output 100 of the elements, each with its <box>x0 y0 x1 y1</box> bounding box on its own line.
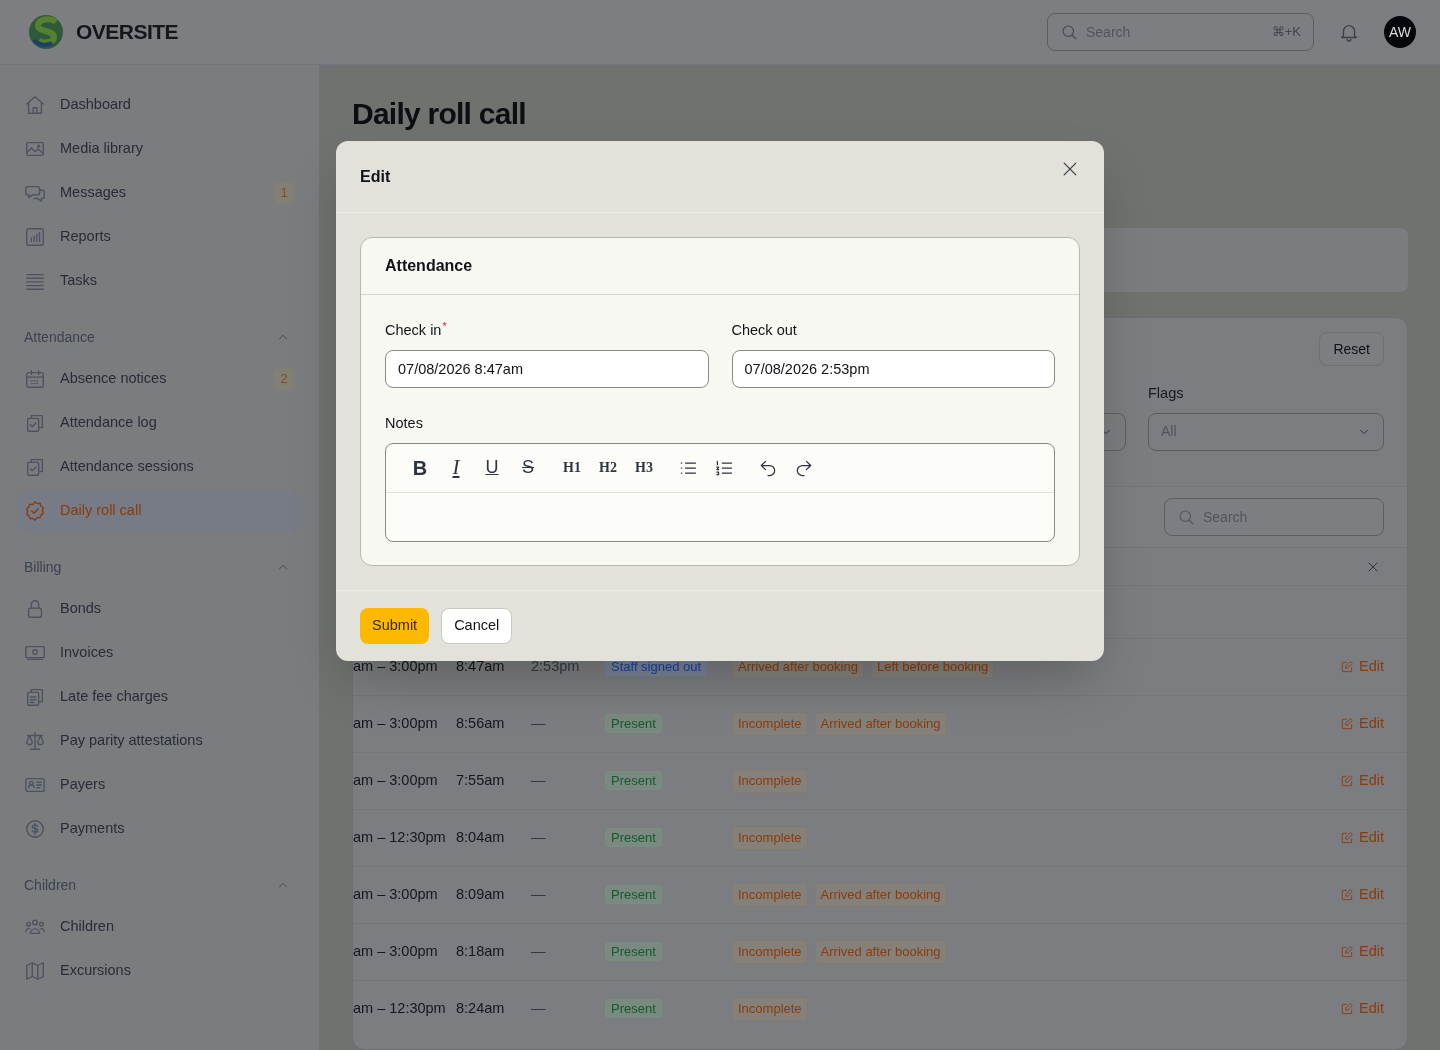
table-cell-text: am – 3:00pm <box>353 657 439 677</box>
table-cell-text: — <box>531 999 547 1019</box>
edit-icon <box>1340 945 1354 959</box>
table-cell-text: am – 3:00pm <box>353 885 439 905</box>
page-title: Daily roll call <box>352 96 527 132</box>
brand-name: OVERSITE <box>76 19 178 46</box>
table-cell-text: 8:09am <box>456 885 506 905</box>
sidebar-item[interactable]: Dashboard <box>17 85 302 125</box>
table-cell-text: 8:04am <box>456 828 506 848</box>
sidebar-item[interactable]: Payers <box>17 765 302 805</box>
reset-button[interactable]: Reset <box>1319 332 1384 366</box>
section-title: Attendance <box>385 256 473 276</box>
sidebar-item[interactable]: Excursions <box>17 951 302 991</box>
sidebar-item[interactable]: Attendance sessions <box>17 447 302 487</box>
field-label: Notes <box>385 413 424 433</box>
table-cell-text: — <box>531 885 547 905</box>
heading-button[interactable]: H2 <box>590 451 626 484</box>
edit-icon <box>1340 660 1354 674</box>
edit-link[interactable]: Edit <box>1340 941 1384 963</box>
sidebar-item[interactable]: Daily roll call <box>17 491 302 531</box>
logo-icon <box>28 14 64 50</box>
edit-icon <box>1340 1002 1354 1016</box>
sidebar-item[interactable]: Late fee charges <box>17 677 302 717</box>
field-label: Check out <box>731 321 797 340</box>
sidebar-item[interactable]: Absence notices 2 <box>17 359 302 399</box>
table-cell-text: am – 12:30pm <box>353 828 447 848</box>
shortcut-hint: ⌘+K <box>1271 23 1301 42</box>
status-tag: Present <box>605 771 662 791</box>
italic-button[interactable]: I <box>438 451 474 484</box>
edit-link[interactable]: Edit <box>1340 827 1384 849</box>
sidebar-item[interactable]: Invoices <box>17 633 302 673</box>
required-mark: * <box>442 320 447 332</box>
user-avatar[interactable]: AW <box>1384 16 1416 48</box>
strikethrough-button[interactable]: S <box>510 451 546 484</box>
dialog-title: Edit <box>360 166 391 187</box>
search-icon <box>1177 508 1195 526</box>
flag-tag: Arrived after booking <box>814 712 947 736</box>
edit-icon <box>1340 888 1354 902</box>
table-cell-text: 8:56am <box>456 714 506 734</box>
sidebar-item[interactable]: Attendance log <box>17 403 302 443</box>
scales-icon <box>24 730 46 752</box>
heading-button[interactable]: H1 <box>554 451 590 484</box>
sidebar-item[interactable]: Messages 1 <box>17 173 302 213</box>
table-cell-text: — <box>531 714 547 734</box>
flag-tag: Arrived after booking <box>814 883 947 907</box>
table-cell-text: am – 3:00pm <box>353 942 439 962</box>
submit-button[interactable]: Submit <box>360 607 430 644</box>
status-tag: Present <box>605 828 662 848</box>
status-tag: Present <box>605 942 662 962</box>
table-cell-text: — <box>531 942 547 962</box>
sidebar-item[interactable]: Bonds <box>17 589 302 629</box>
table-cell-text: am – 3:00pm <box>353 714 439 734</box>
edit-icon <box>1340 831 1354 845</box>
edit-link[interactable]: Edit <box>1340 884 1384 906</box>
date-time-field[interactable]: 07/08/2026 8:47am <box>385 349 709 388</box>
field-label: Check in <box>385 321 442 340</box>
map-icon <box>24 960 46 982</box>
notes-editor[interactable]: B I U S H1 H2 H3 <box>385 442 1055 542</box>
table-cell-text: — <box>531 828 547 848</box>
flag-tag: Incomplete <box>732 712 808 736</box>
dollar-icon <box>24 818 46 840</box>
sidebar-item[interactable]: Reports <box>17 217 302 257</box>
section-heading: Children <box>24 875 77 895</box>
table-cell-text: 8:24am <box>456 999 506 1019</box>
flag-tag: Incomplete <box>732 940 808 964</box>
status-tag: Present <box>605 999 662 1019</box>
flag-tag: Incomplete <box>732 826 808 850</box>
table-cell-text: 8:47am <box>456 657 506 677</box>
heading-button[interactable]: H3 <box>626 451 662 484</box>
calendar-icon <box>24 368 46 390</box>
count-badge: 1 <box>273 182 295 204</box>
edit-link[interactable]: Edit <box>1340 770 1384 792</box>
edit-link[interactable]: Edit <box>1340 998 1384 1020</box>
clipboard-check-icon <box>24 456 46 478</box>
status-tag: Present <box>605 714 662 734</box>
edit-icon <box>1340 717 1354 731</box>
table-cell-text: 2:53pm <box>531 657 581 677</box>
table-cell-text: 7:55am <box>456 771 506 791</box>
flag-tag: Incomplete <box>732 883 808 907</box>
sidebar-item[interactable]: Tasks <box>17 261 302 301</box>
flag-tag: Incomplete <box>732 997 808 1021</box>
sidebar-item[interactable]: Payments <box>17 809 302 849</box>
field-label: Flags <box>1148 384 1185 403</box>
bold-button[interactable]: B <box>402 451 438 484</box>
edit-link[interactable]: Edit <box>1340 656 1384 678</box>
bar-chart-icon <box>24 226 46 248</box>
table-cell-text: am – 12:30pm <box>353 999 447 1019</box>
date-time-field[interactable]: 07/08/2026 2:53pm <box>731 349 1055 388</box>
edit-icon <box>1340 774 1354 788</box>
documents-icon <box>24 686 46 708</box>
flag-tag: Incomplete <box>732 769 808 793</box>
sidebar-item[interactable]: Pay parity attestations <box>17 721 302 761</box>
sidebar-item[interactable]: Media library <box>17 129 302 169</box>
sidebar-item[interactable]: Children <box>17 907 302 947</box>
house-icon <box>24 94 46 116</box>
cancel-button[interactable]: Cancel <box>441 607 513 644</box>
underline-button[interactable]: U <box>474 451 510 484</box>
edit-link[interactable]: Edit <box>1340 713 1384 735</box>
status-tag: Present <box>605 885 662 905</box>
flag-tag: Arrived after booking <box>814 940 947 964</box>
